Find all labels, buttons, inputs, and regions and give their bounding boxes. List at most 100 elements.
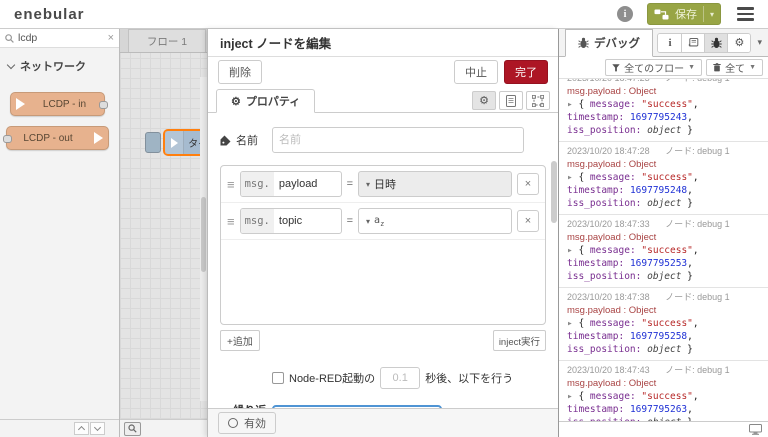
cancel-button[interactable]: 中止 <box>454 60 498 84</box>
info-icon[interactable]: i <box>617 6 633 22</box>
name-label: 名前 <box>236 132 258 148</box>
remove-row-button[interactable]: × <box>517 173 539 195</box>
expand-categories-button[interactable] <box>90 422 105 435</box>
chevron-down-icon <box>7 60 15 68</box>
debug-filterbar: 全てのフロー ▼ 全て ▼ <box>559 57 768 79</box>
book-icon <box>688 38 699 48</box>
debug-message[interactable]: 2023/10/20 18:47:23 ノード: debug 1 msg.pay… <box>559 79 768 142</box>
toggle-circle-icon <box>228 418 238 428</box>
topic-type-select[interactable]: ▾ az <box>358 208 512 234</box>
inject-now-button[interactable]: inject実行 <box>493 330 546 351</box>
message-meta: 2023/10/20 18:47:33 ノード: debug 1 <box>567 218 760 231</box>
config-nodes-button[interactable]: ⚙ <box>727 34 750 52</box>
debug-tabbar: デバッグ i ⚙ ▾ <box>559 29 768 57</box>
once-delay-field[interactable] <box>380 367 420 389</box>
enebular-editor-window: enebular i 保存 ▾ <box>0 0 768 437</box>
input-arrow-icon <box>16 98 25 110</box>
node-description-button[interactable] <box>499 91 523 110</box>
palette-node-lcdp-out[interactable]: LCDP - out <box>6 126 109 150</box>
sidebar-menu-caret-icon[interactable]: ▾ <box>757 37 762 48</box>
payload-type-select[interactable]: ▾ 日時 <box>358 171 512 197</box>
message-json: ▸ { message: "success", timestamp: 16977… <box>567 171 760 210</box>
done-button[interactable]: 完了 <box>504 60 548 84</box>
name-field[interactable] <box>272 127 524 153</box>
property-row-topic: ≡ msg. topic = ▾ az × <box>221 203 545 240</box>
props-actions: +追加 inject実行 <box>220 330 546 351</box>
flow-canvas[interactable]: タイムスタンプ <box>120 53 207 419</box>
gear-icon: ⚙ <box>735 36 745 49</box>
add-property-button[interactable]: +追加 <box>220 330 260 351</box>
gear-icon: ⚙ <box>479 94 489 107</box>
message-node: ノード: debug 1 <box>665 292 730 302</box>
delete-button[interactable]: 削除 <box>218 60 262 84</box>
expand-caret-icon[interactable]: ▸ <box>567 172 573 183</box>
expand-caret-icon[interactable]: ▸ <box>567 391 573 402</box>
flows-filter-button[interactable]: 全てのフロー ▼ <box>605 59 702 76</box>
deploy-caret-icon[interactable]: ▾ <box>710 10 714 19</box>
debug-message[interactable]: 2023/10/20 18:47:43 ノード: debug 1 msg.pay… <box>559 361 768 421</box>
inject-once-checkbox[interactable] <box>272 372 284 384</box>
node-label: LCDP - in <box>25 99 104 110</box>
canvas-vertical-scrollbar[interactable] <box>200 77 207 401</box>
enabled-label: 有効 <box>244 415 266 431</box>
once-label-pre: Node-RED起動の <box>289 370 375 386</box>
palette-node-lcdp-in[interactable]: LCDP - in <box>10 92 105 116</box>
tab-debug[interactable]: デバッグ <box>565 29 653 57</box>
flow-tab-label: フロー 1 <box>147 34 187 49</box>
caret-down-icon: ▼ <box>749 64 756 71</box>
msg-prefix: msg. <box>241 209 274 233</box>
tab-properties[interactable]: ⚙ プロパティ <box>216 89 315 113</box>
bug-icon <box>711 37 722 49</box>
caret-down-icon[interactable]: ▾ <box>359 180 374 189</box>
debug-message[interactable]: 2023/10/20 18:47:28 ノード: debug 1 msg.pay… <box>559 142 768 215</box>
message-node: ノード: debug 1 <box>665 365 730 375</box>
debug-message-list[interactable]: 2023/10/20 18:47:23 ノード: debug 1 msg.pay… <box>559 79 768 421</box>
equals-sign: = <box>347 178 353 190</box>
clear-messages-button[interactable]: 全て ▼ <box>706 59 763 76</box>
scrollbar-thumb[interactable] <box>201 197 206 272</box>
tray-scrollbar-thumb[interactable] <box>551 161 557 223</box>
header-actions: i 保存 ▾ <box>617 3 756 25</box>
node-appearance-button[interactable] <box>526 91 550 110</box>
tab-flow-1[interactable]: フロー 1 <box>128 29 206 52</box>
expand-caret-icon[interactable]: ▸ <box>567 318 573 329</box>
expand-caret-icon[interactable]: ▸ <box>567 245 573 256</box>
caret-down-icon[interactable]: ▾ <box>359 217 374 226</box>
info-sidebar-button[interactable]: i <box>658 34 681 52</box>
canvas-zoom-button[interactable] <box>124 422 141 436</box>
message-node: ノード: debug 1 <box>665 219 730 229</box>
chevron-down-icon <box>94 424 101 431</box>
name-row: 名前 <box>220 127 546 153</box>
drag-handle-icon[interactable]: ≡ <box>227 177 235 192</box>
document-icon <box>506 95 516 107</box>
payload-key-input[interactable]: msg. payload <box>240 171 342 197</box>
enebular-logo: enebular <box>14 6 85 23</box>
drag-handle-icon[interactable]: ≡ <box>227 214 235 229</box>
remove-row-button[interactable]: × <box>517 210 539 232</box>
input-port <box>3 135 12 143</box>
edit-properties-button[interactable]: ⚙ <box>472 91 496 110</box>
message-json: ▸ { message: "success", timestamp: 16977… <box>567 98 760 137</box>
output-arrow-icon <box>94 132 103 144</box>
palette-category-network[interactable]: ネットワーク <box>0 48 119 82</box>
gear-icon: ⚙ <box>231 95 241 108</box>
message-meta: 2023/10/20 18:47:38 ノード: debug 1 <box>567 291 760 304</box>
debug-sidebar-button[interactable] <box>704 34 727 52</box>
open-window-icon[interactable] <box>749 424 762 435</box>
object-group-icon <box>532 95 544 107</box>
node-enabled-toggle[interactable]: 有効 <box>218 412 276 434</box>
expand-caret-icon[interactable]: ▸ <box>567 99 573 110</box>
palette-search-input[interactable] <box>18 32 104 44</box>
topic-key-input[interactable]: msg. topic <box>240 208 342 234</box>
debug-message[interactable]: 2023/10/20 18:47:38 ノード: debug 1 msg.pay… <box>559 288 768 361</box>
deploy-label: 保存 <box>675 6 697 22</box>
help-sidebar-button[interactable] <box>681 34 704 52</box>
debug-message[interactable]: 2023/10/20 18:47:33 ノード: debug 1 msg.pay… <box>559 215 768 288</box>
main-menu-icon[interactable] <box>735 5 756 23</box>
search-clear-icon[interactable]: × <box>108 32 114 44</box>
collapse-categories-button[interactable] <box>74 422 89 435</box>
deploy-button[interactable]: 保存 ▾ <box>647 3 721 25</box>
inject-trigger-button[interactable] <box>145 132 161 153</box>
node-palette: × ネットワーク LCDP - in LCDP - out <box>0 29 120 437</box>
edit-inject-node-tray: inject ノードを編集 削除 中止 完了 ⚙ プロパティ ⚙ <box>207 29 558 437</box>
